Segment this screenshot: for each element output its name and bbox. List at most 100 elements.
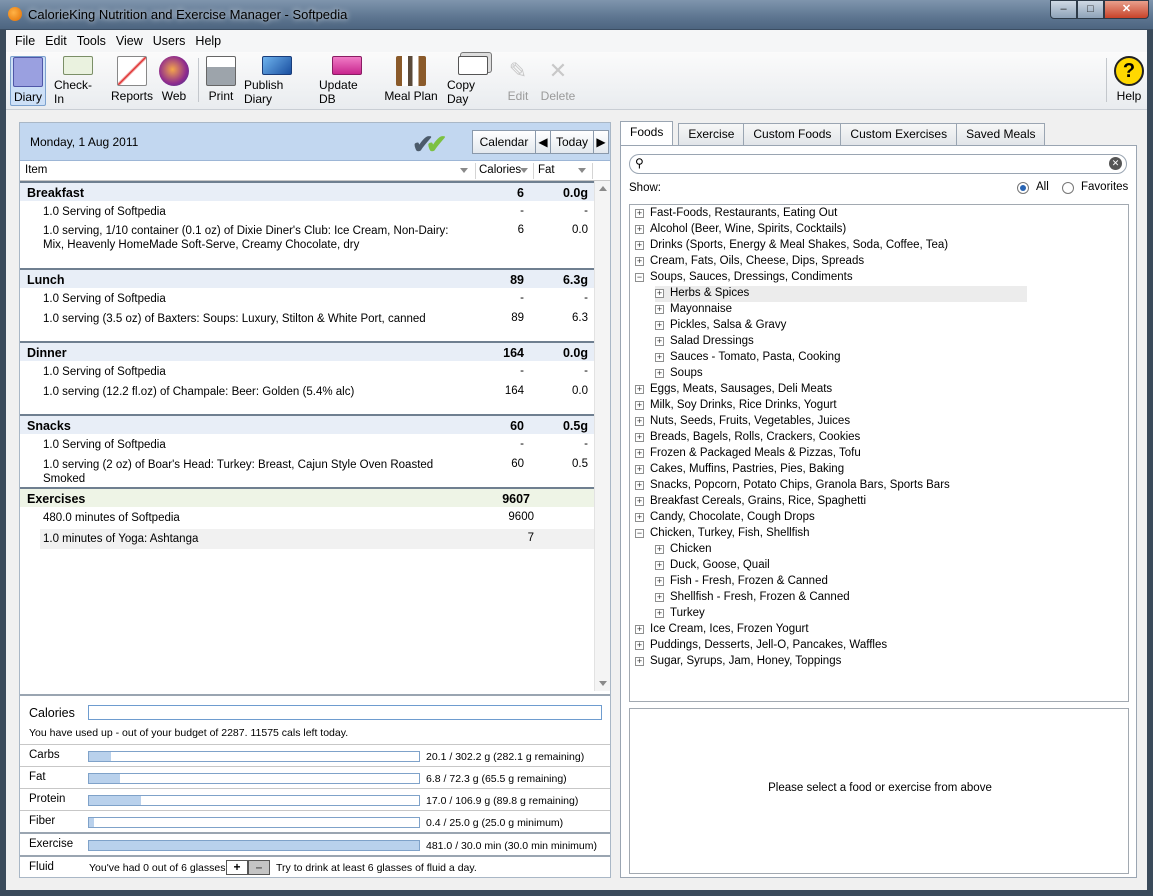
menu-help[interactable]: Help	[190, 30, 226, 52]
expand-icon[interactable]: +	[655, 305, 664, 314]
calendar-button[interactable]: Calendar	[472, 130, 536, 154]
expand-icon[interactable]: +	[635, 401, 644, 410]
tree-node[interactable]: + Herbs & Spices	[655, 286, 1027, 302]
expand-icon[interactable]: +	[655, 561, 664, 570]
diary-row[interactable]: 1.0 serving, 1/10 container (0.1 oz) of …	[20, 224, 594, 254]
exercise-progress-bar	[88, 840, 420, 851]
help-button[interactable]: ? Help	[1113, 56, 1145, 106]
diary-row[interactable]: 1.0 Serving of Softpedia - -	[20, 438, 594, 454]
diary-row[interactable]: 1.0 Serving of Softpedia - -	[20, 365, 594, 381]
diary-scrollbar[interactable]	[594, 181, 610, 691]
expand-icon[interactable]: +	[635, 497, 644, 506]
tab-custom-exercises[interactable]: Custom Exercises	[840, 123, 958, 145]
expand-icon[interactable]: +	[635, 241, 644, 250]
expand-icon[interactable]: +	[635, 641, 644, 650]
meal-plan-button[interactable]: Meal Plan	[384, 56, 438, 106]
column-divider	[475, 163, 476, 179]
diary-row[interactable]: 1.0 Serving of Softpedia - -	[20, 205, 594, 221]
minimize-button[interactable]: –	[1050, 0, 1077, 19]
copy-day-button[interactable]: Copy Day	[447, 56, 499, 106]
exercises-header[interactable]: Exercises 9607	[20, 487, 594, 507]
expand-icon[interactable]: +	[655, 369, 664, 378]
fluid-row: Fluid You've had 0 out of 6 glasses. + –…	[20, 855, 610, 877]
collapse-icon[interactable]: −	[635, 273, 644, 282]
menu-file[interactable]: File	[10, 30, 40, 52]
expand-icon[interactable]: +	[635, 209, 644, 218]
expand-icon[interactable]: +	[635, 481, 644, 490]
meal-lunch-header[interactable]: Lunch 89 6.3g	[20, 268, 594, 288]
delete-button[interactable]: ✕ Delete	[540, 56, 576, 106]
menu-edit[interactable]: Edit	[40, 30, 72, 52]
print-button[interactable]: Print	[204, 56, 238, 106]
expand-icon[interactable]: +	[635, 449, 644, 458]
show-all-radio[interactable]	[1017, 182, 1029, 194]
update-db-button[interactable]: Update DB	[319, 56, 375, 106]
today-button[interactable]: Today	[550, 130, 594, 154]
expand-icon[interactable]: +	[635, 513, 644, 522]
clear-search-icon[interactable]: ✕	[1109, 157, 1122, 170]
diary-row[interactable]: 480.0 minutes of Softpedia 9600	[20, 511, 594, 527]
expand-icon[interactable]: +	[635, 465, 644, 474]
expand-icon[interactable]: +	[635, 657, 644, 666]
expand-icon[interactable]: +	[635, 625, 644, 634]
row-calories: 6	[517, 224, 524, 236]
expand-icon[interactable]: +	[655, 609, 664, 618]
column-calories[interactable]: Calories	[479, 164, 521, 176]
expand-icon[interactable]: +	[635, 385, 644, 394]
previous-day-button[interactable]: ◀	[535, 130, 551, 154]
tree-node-label: Herbs & Spices	[670, 287, 750, 299]
sort-down-icon[interactable]	[578, 168, 586, 173]
diary-row-selected[interactable]: 1.0 minutes of Yoga: Ashtanga 7	[40, 529, 594, 549]
checkin-button[interactable]: Check-In	[54, 56, 102, 106]
expand-icon[interactable]: +	[655, 353, 664, 362]
scroll-up-icon[interactable]	[599, 186, 607, 191]
row-item: 1.0 serving, 1/10 container (0.1 oz) of …	[43, 225, 449, 251]
menu-users[interactable]: Users	[148, 30, 191, 52]
expand-icon[interactable]: +	[635, 257, 644, 266]
expand-icon[interactable]: +	[655, 593, 664, 602]
tab-custom-foods[interactable]: Custom Foods	[743, 123, 842, 145]
column-fat[interactable]: Fat	[538, 164, 555, 176]
tree-node-label: Chicken	[670, 543, 712, 555]
expand-icon[interactable]: +	[635, 225, 644, 234]
row-calories: -	[520, 365, 524, 377]
edit-button[interactable]: ✎ Edit	[506, 56, 530, 106]
expand-icon[interactable]: +	[655, 337, 664, 346]
expand-icon[interactable]: +	[635, 417, 644, 426]
search-input[interactable]	[650, 157, 1110, 171]
help-label: Help	[1116, 89, 1142, 103]
expand-icon[interactable]: +	[655, 545, 664, 554]
scroll-down-icon[interactable]	[599, 681, 607, 686]
sort-down-icon[interactable]	[460, 168, 468, 173]
collapse-icon[interactable]: −	[635, 529, 644, 538]
web-button[interactable]: Web	[159, 56, 189, 106]
show-favorites-radio[interactable]	[1062, 182, 1074, 194]
meal-breakfast-header[interactable]: Breakfast 6 0.0g	[20, 181, 594, 201]
expand-icon[interactable]: +	[655, 577, 664, 586]
tab-exercise[interactable]: Exercise	[678, 123, 745, 145]
fluid-plus-button[interactable]: +	[226, 860, 248, 875]
diary-row[interactable]: 1.0 serving (2 oz) of Boar's Head: Turke…	[20, 458, 594, 485]
menu-tools[interactable]: Tools	[72, 30, 111, 52]
reports-button[interactable]: Reports	[111, 56, 153, 106]
maximize-button[interactable]: □	[1077, 0, 1104, 19]
menu-view[interactable]: View	[111, 30, 148, 52]
close-button[interactable]: ✕	[1104, 0, 1149, 19]
column-item[interactable]: Item	[25, 164, 47, 176]
sort-down-icon[interactable]	[520, 168, 528, 173]
publish-diary-button[interactable]: Publish Diary	[244, 56, 310, 106]
fluid-minus-button[interactable]: –	[248, 860, 270, 875]
diary-row[interactable]: 1.0 serving (12.2 fl.oz) of Champale: Be…	[20, 385, 594, 401]
expand-icon[interactable]: +	[655, 321, 664, 330]
diary-row[interactable]: 1.0 Serving of Softpedia - -	[20, 292, 594, 308]
tab-saved-meals[interactable]: Saved Meals	[956, 123, 1046, 145]
diary-row[interactable]: 1.0 serving (3.5 oz) of Baxters: Soups: …	[20, 312, 594, 328]
expand-icon[interactable]: +	[655, 289, 664, 298]
meal-dinner-header[interactable]: Dinner 164 0.0g	[20, 341, 594, 361]
expand-icon[interactable]: +	[635, 433, 644, 442]
diary-button[interactable]: Diary	[10, 56, 46, 106]
row-calories: 9600	[508, 511, 534, 523]
meal-snacks-header[interactable]: Snacks 60 0.5g	[20, 414, 594, 434]
next-day-button[interactable]: ▶	[593, 130, 609, 154]
tab-foods[interactable]: Foods	[620, 121, 674, 145]
